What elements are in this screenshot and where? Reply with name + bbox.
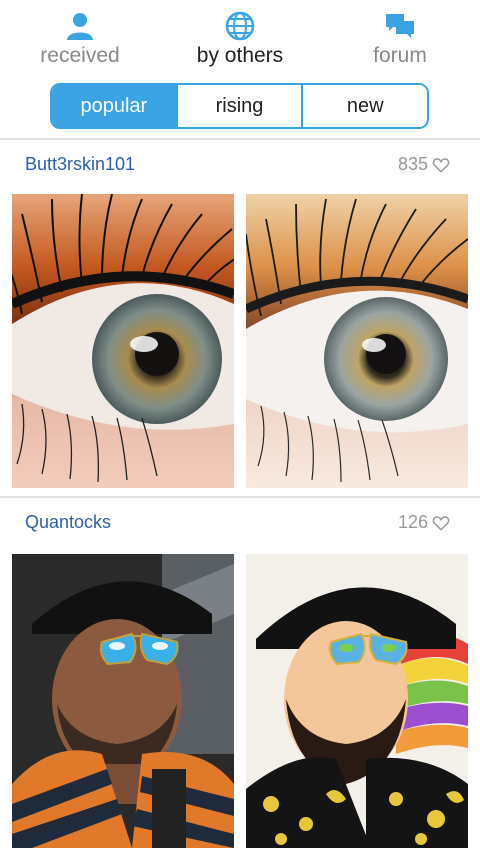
like-counter[interactable]: 126 bbox=[398, 512, 450, 533]
post-header: Butt3rskin101 835 bbox=[0, 140, 480, 190]
tab-new[interactable]: new bbox=[301, 85, 427, 127]
nav-received[interactable]: received bbox=[0, 8, 160, 72]
top-navigation: received by others forum bbox=[0, 0, 480, 78]
eye-painting-image bbox=[246, 194, 468, 488]
sort-segmented-control: popular rising new bbox=[50, 83, 429, 129]
man-painting-image bbox=[246, 554, 468, 848]
person-icon bbox=[67, 13, 93, 40]
heart-icon bbox=[432, 515, 450, 531]
globe-icon bbox=[225, 11, 255, 41]
nav-forum-label: forum bbox=[373, 44, 427, 67]
tab-rising[interactable]: rising bbox=[175, 85, 302, 127]
chat-bubbles-icon bbox=[386, 14, 414, 38]
post-header: Quantocks 126 bbox=[0, 498, 480, 548]
like-count: 835 bbox=[397, 154, 428, 174]
nav-forum[interactable]: forum bbox=[320, 8, 480, 72]
original-photo[interactable] bbox=[12, 554, 234, 848]
post-username[interactable]: Quantocks bbox=[25, 512, 111, 533]
heart-icon bbox=[432, 157, 450, 173]
eye-photo-image bbox=[12, 194, 234, 488]
nav-received-label: received bbox=[40, 44, 120, 67]
like-count: 126 bbox=[397, 512, 428, 532]
tab-popular[interactable]: popular bbox=[52, 85, 176, 127]
man-photo-image bbox=[12, 554, 234, 848]
nav-by-others-label: by others bbox=[196, 44, 284, 67]
painted-version[interactable] bbox=[246, 554, 468, 848]
post-username[interactable]: Butt3rskin101 bbox=[25, 154, 135, 175]
painted-version[interactable] bbox=[246, 194, 468, 488]
original-photo[interactable] bbox=[12, 194, 234, 488]
nav-by-others[interactable]: by others bbox=[160, 8, 320, 72]
like-counter[interactable]: 835 bbox=[398, 154, 450, 175]
